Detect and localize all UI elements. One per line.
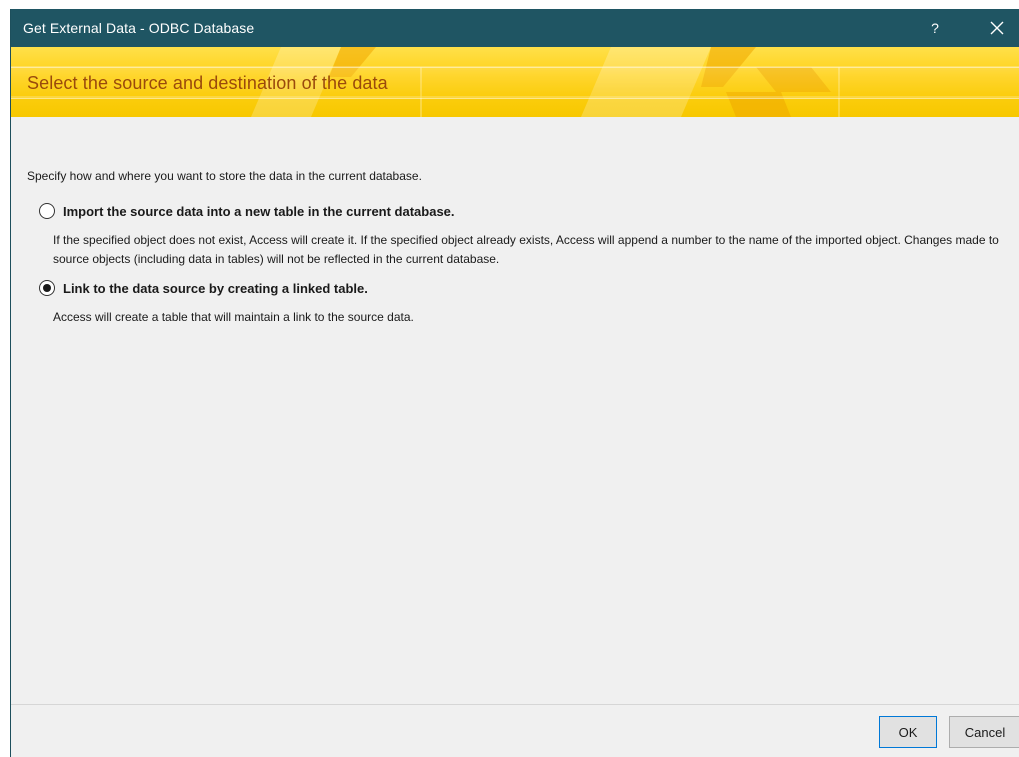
dialog-footer: OK Cancel <box>11 704 1019 757</box>
close-icon <box>990 21 1004 35</box>
title-bar[interactable]: Get External Data - ODBC Database ? <box>11 9 1019 47</box>
ok-button[interactable]: OK <box>879 716 937 748</box>
help-label: ? <box>931 20 939 36</box>
link-option[interactable]: Link to the data source by creating a li… <box>39 280 368 296</box>
link-radio[interactable] <box>39 280 55 296</box>
import-radio[interactable] <box>39 203 55 219</box>
help-button[interactable]: ? <box>913 9 957 47</box>
close-button[interactable] <box>975 9 1019 47</box>
cancel-button[interactable]: Cancel <box>949 716 1019 748</box>
header-banner: Select the source and destination of the… <box>11 47 1019 117</box>
import-option[interactable]: Import the source data into a new table … <box>39 203 455 219</box>
page-heading: Select the source and destination of the… <box>27 73 388 93</box>
link-option-label: Link to the data source by creating a li… <box>63 280 368 296</box>
window-title: Get External Data - ODBC Database <box>23 20 255 36</box>
dialog-window: Get External Data - ODBC Database ? Sele… <box>10 9 1019 757</box>
import-option-label: Import the source data into a new table … <box>63 203 455 219</box>
intro-text: Specify how and where you want to store … <box>27 169 422 183</box>
import-option-description: If the specified object does not exist, … <box>53 233 999 266</box>
link-option-description: Access will create a table that will mai… <box>53 310 414 324</box>
